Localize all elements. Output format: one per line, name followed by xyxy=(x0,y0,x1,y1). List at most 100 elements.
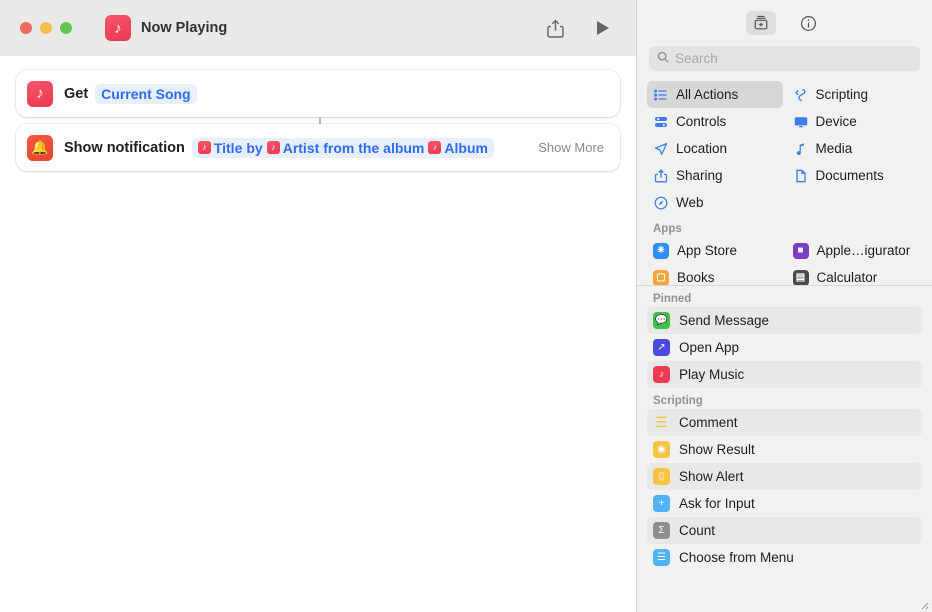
list-item-play-music[interactable]: ♪ Play Music xyxy=(647,361,922,388)
variable-token-artist[interactable]: ♪ Artist xyxy=(266,140,319,156)
category-label: Web xyxy=(676,195,704,210)
app-label: App Store xyxy=(677,243,738,258)
traffic-lights xyxy=(20,22,72,34)
message-icon: 💬 xyxy=(653,312,670,329)
zoom-button[interactable] xyxy=(60,22,72,34)
close-button[interactable] xyxy=(20,22,32,34)
category-label: All Actions xyxy=(676,87,739,102)
share-button[interactable] xyxy=(544,17,566,39)
list-item-label: Show Alert xyxy=(679,469,744,484)
show-result-icon: ◉ xyxy=(653,441,670,458)
list-item-label: Send Message xyxy=(679,313,770,328)
list-item-label: Play Music xyxy=(679,367,745,382)
category-label: Documents xyxy=(815,168,884,183)
variable-token-album[interactable]: ♪ Album xyxy=(428,140,488,156)
variable-token-title[interactable]: ♪ Title xyxy=(197,139,243,156)
music-note-icon xyxy=(793,141,809,157)
comment-icon: ☰ xyxy=(655,414,668,430)
scripting-list: ☰ Comment ◉ Show Result ▯ Show Alert + A… xyxy=(637,409,932,571)
sidebar-toolbar xyxy=(637,0,932,46)
show-more-button[interactable]: Show More xyxy=(538,140,604,155)
calculator-icon: ▤ xyxy=(792,269,809,285)
music-note-icon: ♪ xyxy=(197,141,211,154)
document-icon xyxy=(793,168,809,184)
open-app-icon: ↗ xyxy=(653,339,670,356)
category-location[interactable]: Location xyxy=(647,135,783,162)
list-item-count[interactable]: Σ Count xyxy=(647,517,922,544)
action-connector xyxy=(319,117,321,124)
app-label: Apple…igurator xyxy=(816,243,911,258)
action-label: Get xyxy=(64,85,89,102)
app-item-books[interactable]: ▢ Books xyxy=(647,264,783,285)
category-scripting[interactable]: Scripting xyxy=(787,81,923,108)
variable-token-label: Title xyxy=(213,139,243,156)
notification-text-field[interactable]: ♪ Title by ♪ Artist from the album ♪ Alb… xyxy=(191,137,494,158)
category-device[interactable]: Device xyxy=(787,108,923,135)
pinned-section-header: Pinned xyxy=(653,293,692,305)
list-item-send-message[interactable]: 💬 Send Message xyxy=(647,307,922,334)
category-label: Location xyxy=(676,141,728,156)
search-container xyxy=(637,46,932,71)
action-library-sidebar: All Actions Scripting xyxy=(636,0,932,612)
category-label: Controls xyxy=(676,114,727,129)
list-item-label: Count xyxy=(679,523,716,538)
app-item-app-store[interactable]: ✷ App Store xyxy=(647,237,783,264)
bell-icon: 🔔 xyxy=(27,134,53,161)
music-note-icon: ♪ xyxy=(428,141,442,154)
action-card-get[interactable]: ♪ Get Current Song xyxy=(16,70,620,117)
list-item-label: Show Result xyxy=(679,442,755,457)
search-input[interactable] xyxy=(675,51,912,66)
list-item-comment[interactable]: ☰ Comment xyxy=(647,409,922,436)
list-item-label: Comment xyxy=(679,415,738,430)
variable-token-label: Album xyxy=(444,139,488,156)
list-item-choose-from-menu[interactable]: ☰ Choose from Menu xyxy=(647,544,922,571)
window-toolbar xyxy=(544,17,614,39)
list-item-show-alert[interactable]: ▯ Show Alert xyxy=(647,463,922,490)
workflow-canvas: ♪ Get Current Song 🔔 Show notification ♪… xyxy=(0,56,636,612)
search-field[interactable] xyxy=(649,46,920,71)
scripting-icon xyxy=(793,87,809,103)
compass-icon xyxy=(653,195,669,211)
category-label: Sharing xyxy=(676,168,723,183)
category-media[interactable]: Media xyxy=(787,135,923,162)
apps-section-header: Apps xyxy=(653,223,682,235)
list-item-label: Open App xyxy=(679,340,740,355)
list-item-label: Choose from Menu xyxy=(679,550,794,565)
category-label: Scripting xyxy=(815,87,869,102)
list-item-open-app[interactable]: ↗ Open App xyxy=(647,334,922,361)
category-web[interactable]: Web xyxy=(647,189,783,216)
play-button[interactable] xyxy=(592,17,614,39)
action-library-button[interactable] xyxy=(745,11,776,35)
static-text-from-the-album: from the album xyxy=(323,139,425,156)
choose-from-menu-icon: ☰ xyxy=(653,549,670,566)
display-icon xyxy=(793,114,809,130)
resize-handle[interactable] xyxy=(917,597,929,610)
shortcuts-window: ♪ Now Playing ♪ Get Current Song 🔔 Show … xyxy=(0,0,932,612)
category-controls[interactable]: Controls xyxy=(647,108,783,135)
category-label: Device xyxy=(815,114,857,129)
action-card-show-notification[interactable]: 🔔 Show notification ♪ Title by ♪ Artist … xyxy=(16,124,620,171)
ask-for-input-icon: + xyxy=(653,495,670,512)
show-alert-icon: ▯ xyxy=(653,468,670,485)
title-bar: ♪ Now Playing xyxy=(0,0,636,56)
count-icon: Σ xyxy=(653,522,670,539)
music-note-icon: ♪ xyxy=(105,15,131,41)
info-button[interactable] xyxy=(794,11,824,35)
music-note-icon: ♪ xyxy=(27,80,53,107)
apple-configurator-icon: ■ xyxy=(792,242,809,259)
category-all-actions[interactable]: All Actions xyxy=(647,81,783,108)
app-item-apple-configurator[interactable]: ■ Apple…igurator xyxy=(787,237,923,264)
pinned-list: 💬 Send Message ↗ Open App ♪ Play Music xyxy=(637,307,932,388)
parameter-current-song[interactable]: Current Song xyxy=(95,83,197,104)
music-note-icon: ♪ xyxy=(653,366,670,383)
category-grid: All Actions Scripting Controls Device Lo… xyxy=(637,81,932,216)
list-item-show-result[interactable]: ◉ Show Result xyxy=(647,436,922,463)
share-icon xyxy=(653,168,669,184)
list-item-ask-for-input[interactable]: + Ask for Input xyxy=(647,490,922,517)
app-label: Books xyxy=(677,270,715,285)
category-sharing[interactable]: Sharing xyxy=(647,162,783,189)
app-item-calculator[interactable]: ▤ Calculator xyxy=(787,264,923,285)
category-documents[interactable]: Documents xyxy=(787,162,923,189)
minimize-button[interactable] xyxy=(40,22,52,34)
music-note-icon: ♪ xyxy=(266,141,280,154)
